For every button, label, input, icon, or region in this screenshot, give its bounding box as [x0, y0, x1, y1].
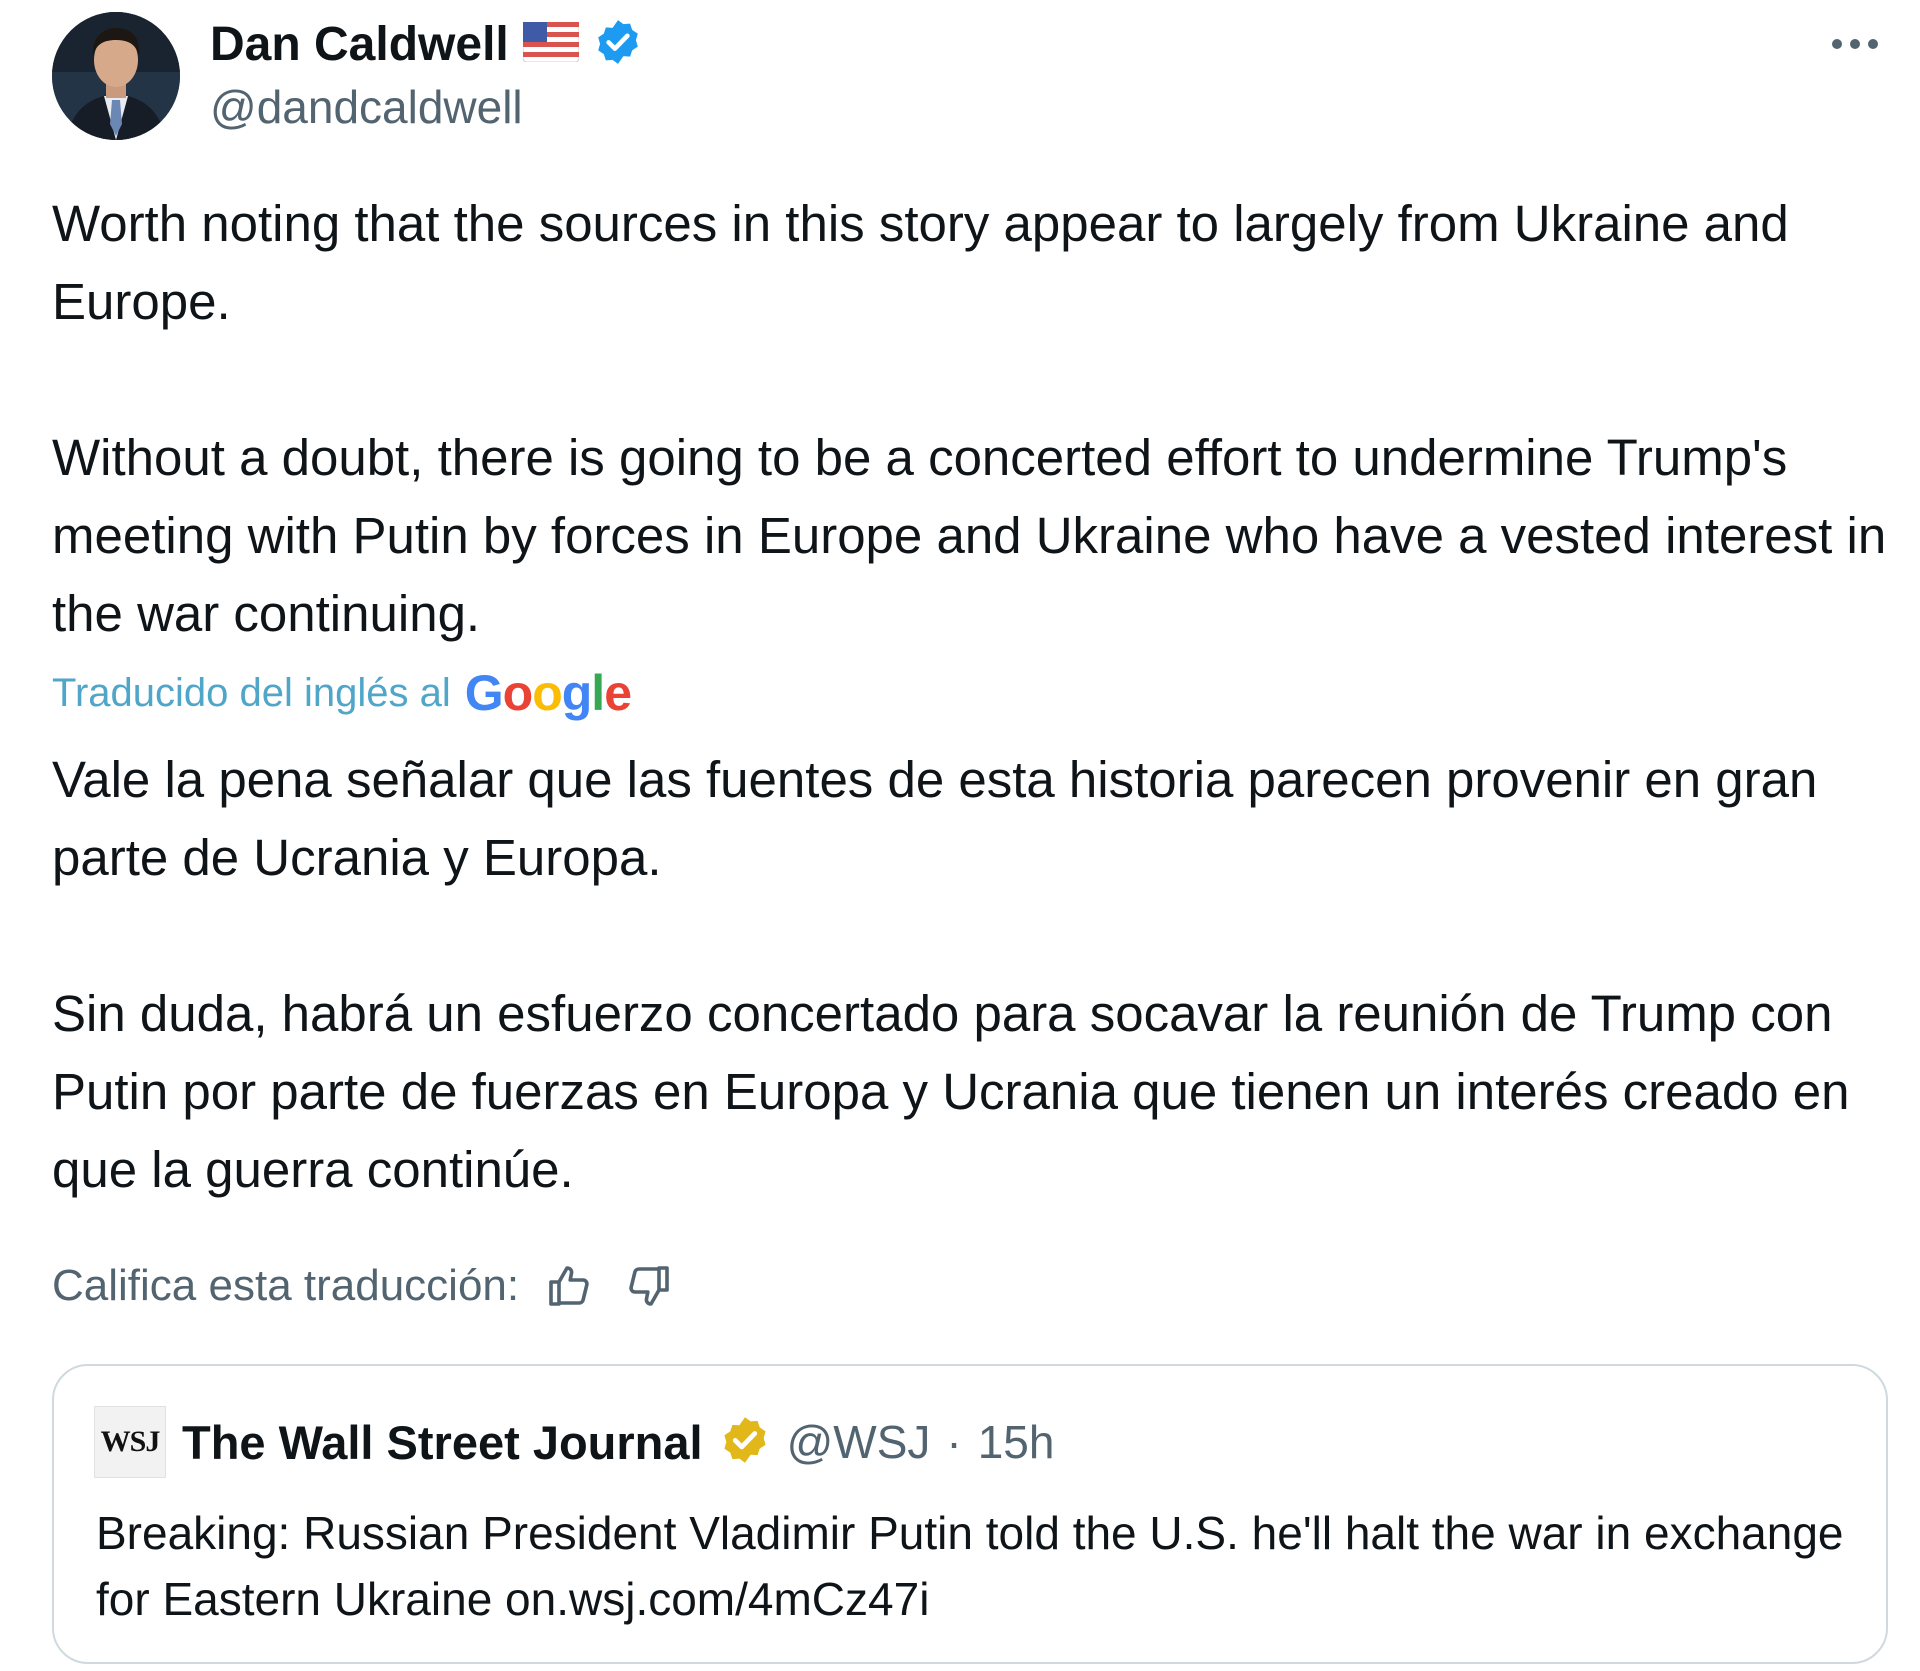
translation-attribution: Traducido del inglés al Google: [52, 660, 632, 726]
author-handle[interactable]: @dandcaldwell: [210, 80, 523, 134]
rate-translation-row: Califica esta traducción:: [52, 1256, 679, 1316]
avatar-image: [52, 12, 180, 140]
thumbs-up-button[interactable]: [539, 1256, 599, 1316]
wsj-logo[interactable]: WSJ: [94, 1406, 166, 1478]
quoted-tweet-text: Breaking: Russian President Vladimir Put…: [96, 1507, 1844, 1625]
thumbs-down-button[interactable]: [619, 1256, 679, 1316]
tweet-text-original-1: Worth noting that the sources in this st…: [52, 195, 1803, 330]
more-options-button[interactable]: [1820, 16, 1890, 72]
google-logo-letter: e: [604, 665, 632, 721]
quoted-author-name[interactable]: The Wall Street Journal: [182, 1415, 703, 1470]
quoted-tweet-header: WSJ The Wall Street Journal @WSJ · 15h: [94, 1406, 1054, 1478]
translated-label: Traducido del inglés al: [52, 670, 451, 715]
separator-dot: ·: [946, 1416, 962, 1468]
google-logo-letter: g: [561, 665, 593, 721]
rate-translation-label: Califica esta traducción:: [52, 1261, 520, 1310]
google-logo-letter: l: [591, 665, 605, 721]
quoted-author-handle[interactable]: @WSJ: [787, 1415, 931, 1469]
avatar[interactable]: [52, 12, 180, 140]
verified-badge-icon: [593, 17, 643, 72]
us-flag-icon: [522, 21, 580, 67]
tweet: Dan Caldwell @dandcaldwell Worth noting …: [0, 0, 1920, 1671]
google-logo[interactable]: Google: [464, 664, 632, 722]
thumbs-up-icon: [549, 1266, 589, 1306]
gold-verified-badge-icon: [719, 1414, 771, 1471]
quoted-tweet-card[interactable]: WSJ The Wall Street Journal @WSJ · 15h B…: [52, 1364, 1888, 1664]
quoted-tweet-time[interactable]: 15h: [978, 1415, 1055, 1469]
google-logo-letter: o: [502, 665, 534, 721]
author-name-row: Dan Caldwell: [210, 14, 643, 74]
tweet-text-translated-1: Vale la pena señalar que las fuentes de …: [52, 751, 1832, 886]
thumbs-down-icon: [629, 1266, 669, 1306]
google-logo-letter: o: [532, 665, 563, 721]
author-name[interactable]: Dan Caldwell: [210, 17, 509, 72]
google-logo-letter: G: [464, 665, 504, 721]
tweet-text-original-2: Without a doubt, there is going to be a …: [52, 429, 1901, 642]
more-horizontal-icon: [1832, 39, 1878, 49]
tweet-text-translated-2: Sin duda, habrá un esfuerzo concertado p…: [52, 985, 1864, 1198]
